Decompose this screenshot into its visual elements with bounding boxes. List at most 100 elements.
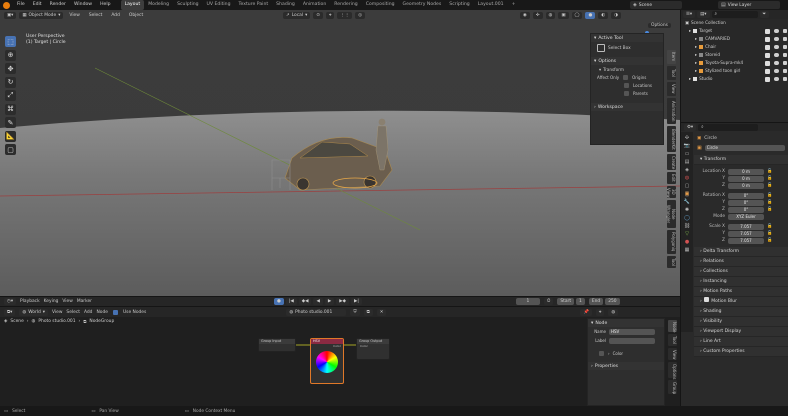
- tab-node[interactable]: Node: [668, 320, 677, 332]
- snap-icon[interactable]: ⌖: [325, 12, 335, 19]
- outliner-item[interactable]: ▸ Toyota-Supra-mk4: [681, 59, 788, 67]
- properties-section-header[interactable]: › Custom Properties: [694, 347, 788, 357]
- physics-tab-icon[interactable]: ◯: [684, 215, 690, 221]
- lock-location-x-icon[interactable]: 🔓: [767, 169, 772, 174]
- include-checkbox[interactable]: [765, 28, 770, 34]
- shading-wireframe-icon[interactable]: ◯: [571, 12, 583, 19]
- tab-rendering[interactable]: Rendering: [330, 0, 361, 10]
- lock-rotation-z-icon[interactable]: 🔓: [767, 207, 772, 212]
- eye-icon[interactable]: [774, 37, 779, 41]
- overlay-icon[interactable]: ◍: [545, 12, 556, 19]
- visibility-icon[interactable]: ◉: [520, 12, 530, 19]
- output-tab-icon[interactable]: ▭: [685, 151, 690, 157]
- rotation-mode-dropdown[interactable]: XYZ Euler: [728, 213, 764, 220]
- gizmo-icon[interactable]: ✣: [532, 12, 543, 19]
- outliner-item[interactable]: ▸ Storeid: [681, 51, 788, 59]
- options-section[interactable]: ▾ Options: [591, 57, 663, 65]
- tab-create[interactable]: Create: [667, 154, 676, 170]
- options-dropdown[interactable]: Options: [648, 22, 671, 29]
- menu-playback[interactable]: Playback: [20, 299, 40, 304]
- node-label-field[interactable]: [609, 337, 655, 344]
- timeline-editor-type[interactable]: ◷▾: [4, 298, 17, 305]
- play-reverse-icon[interactable]: ◀: [313, 298, 323, 305]
- transform-tool-icon[interactable]: ⌘: [5, 103, 16, 115]
- color-wheel[interactable]: [316, 351, 338, 373]
- proportional-editing-icon[interactable]: ◎: [355, 12, 366, 19]
- properties-section-header[interactable]: › Relations: [694, 257, 788, 267]
- jump-start-icon[interactable]: |◀: [285, 298, 297, 305]
- camera-icon[interactable]: [783, 29, 787, 33]
- tab-node-wrangler[interactable]: Node Wrangler: [666, 200, 676, 228]
- properties-editor-type[interactable]: ⚙▾: [684, 123, 697, 131]
- rotation-z-field[interactable]: 0°: [728, 206, 764, 213]
- outliner-item[interactable]: ▸ Studio: [681, 75, 788, 83]
- outliner-filter-icon[interactable]: ⏷: [759, 11, 770, 18]
- outliner-item[interactable]: ▸ Chair: [681, 43, 788, 51]
- current-frame-field[interactable]: 1: [515, 298, 540, 305]
- measure-tool-icon[interactable]: 📐: [5, 130, 16, 142]
- eye-icon[interactable]: [774, 69, 779, 73]
- object-mode-dropdown[interactable]: ▦ Object Mode ▾: [19, 12, 64, 19]
- outliner-search-input[interactable]: ⌕: [711, 11, 758, 18]
- scale-x-field[interactable]: 7.057: [728, 223, 764, 230]
- active-tool-section[interactable]: ▾ Active Tool: [591, 34, 663, 42]
- move-tool-icon[interactable]: ✥: [5, 63, 16, 74]
- rotation-x-field[interactable]: 0°: [728, 192, 764, 199]
- active-tool-row[interactable]: Select Box: [591, 42, 663, 54]
- tab-node-tool[interactable]: Tool: [668, 334, 677, 346]
- scene-tab-icon[interactable]: ◈: [685, 167, 689, 173]
- render-tab-icon[interactable]: 📷: [684, 143, 690, 149]
- jump-end-icon[interactable]: ▶|: [351, 298, 362, 305]
- menu-marker[interactable]: Marker: [77, 299, 92, 304]
- node-name-field[interactable]: HSV: [609, 328, 655, 335]
- lock-location-z-icon[interactable]: 🔓: [767, 183, 772, 188]
- tab-node-options[interactable]: Options: [668, 362, 677, 379]
- tab-scripting[interactable]: Scripting: [445, 0, 473, 10]
- menu-object[interactable]: Object: [126, 12, 146, 19]
- outliner-editor-type[interactable]: ☰▾: [683, 11, 696, 18]
- properties-section-header[interactable]: › Instancing: [694, 277, 788, 287]
- menu-edit[interactable]: Edit: [29, 0, 46, 10]
- blender-logo-icon[interactable]: [3, 1, 10, 9]
- menu-window[interactable]: Window: [70, 0, 96, 10]
- data-tab-icon[interactable]: ▽: [685, 231, 689, 237]
- tab-compositing[interactable]: Compositing: [362, 0, 399, 10]
- tab-layout[interactable]: Layout: [120, 0, 145, 10]
- camera-icon[interactable]: [783, 45, 787, 49]
- lock-location-y-icon[interactable]: 🔓: [767, 176, 772, 181]
- play-icon[interactable]: ▶: [324, 298, 335, 305]
- tab-view[interactable]: View: [667, 82, 676, 96]
- shading-solid-icon[interactable]: ●: [585, 12, 596, 19]
- include-checkbox[interactable]: [765, 76, 770, 82]
- tab-uv-editing[interactable]: UV Editing: [203, 0, 235, 10]
- scale-y-field[interactable]: 7.057: [728, 230, 764, 237]
- tab-animation[interactable]: Animation: [299, 0, 330, 10]
- auto-keying-icon[interactable]: ⏱: [543, 298, 554, 305]
- properties-section-header[interactable]: › Motion Paths: [694, 287, 788, 297]
- camera-icon[interactable]: [783, 69, 787, 73]
- record-keyframe-icon[interactable]: ●: [274, 298, 284, 305]
- outliner-item[interactable]: ▸ Target: [681, 27, 788, 35]
- locations-checkbox[interactable]: [624, 82, 629, 88]
- eye-icon[interactable]: [774, 53, 779, 57]
- particles-tab-icon[interactable]: ✺: [685, 207, 689, 213]
- transform-subsection[interactable]: ▾ Transform: [591, 65, 663, 73]
- select-box-tool-icon[interactable]: ⬚: [5, 36, 16, 47]
- 3d-viewport[interactable]: ▣▾ ▦ Object Mode ▾ View Select Add Object…: [0, 10, 680, 296]
- menu-select[interactable]: Select: [86, 12, 106, 19]
- include-checkbox[interactable]: [765, 52, 770, 58]
- properties-section-header[interactable]: › Line Art: [694, 337, 788, 347]
- expand-arrow-icon[interactable]: ▸: [695, 35, 697, 43]
- workspace-section[interactable]: › Workspace: [591, 103, 663, 111]
- lock-rotation-y-icon[interactable]: 🔓: [767, 200, 772, 205]
- tool-tab-icon[interactable]: ✣: [685, 135, 689, 141]
- shading-material-icon[interactable]: ◐: [598, 12, 609, 19]
- eye-icon[interactable]: [774, 45, 779, 49]
- next-keyframe-icon[interactable]: ▶◆: [336, 298, 350, 305]
- include-checkbox[interactable]: [765, 44, 770, 50]
- cursor-tool-icon[interactable]: ⊕: [5, 49, 16, 61]
- texture-tab-icon[interactable]: ▦: [685, 247, 690, 253]
- lock-rotation-x-icon[interactable]: 🔓: [767, 193, 772, 198]
- location-x-field[interactable]: 0 m: [728, 168, 764, 175]
- rotation-y-field[interactable]: 0°: [728, 199, 764, 206]
